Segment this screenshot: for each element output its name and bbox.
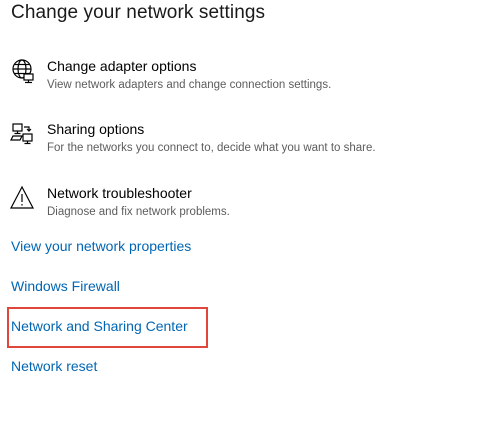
sharing-icon [10, 121, 36, 147]
sharing-options[interactable]: Sharing options For the networks you con… [0, 121, 504, 171]
globe-network-icon [10, 58, 36, 84]
network-troubleshooter-description: Diagnose and fix network problems. [47, 206, 230, 218]
change-adapter-options-description: View network adapters and change connect… [47, 79, 332, 91]
change-adapter-options[interactable]: Change adapter options View network adap… [0, 58, 504, 108]
view-network-properties-link[interactable]: View your network properties [11, 238, 191, 254]
network-troubleshooter[interactable]: Network troubleshooter Diagnose and fix … [0, 185, 504, 235]
sharing-options-description: For the networks you connect to, decide … [47, 142, 376, 154]
network-sharing-center-link[interactable]: Network and Sharing Center [11, 318, 188, 334]
warning-icon [10, 185, 36, 211]
network-troubleshooter-title: Network troubleshooter [47, 185, 192, 201]
sharing-options-title: Sharing options [47, 121, 145, 137]
network-reset-link[interactable]: Network reset [11, 358, 97, 374]
windows-firewall-link[interactable]: Windows Firewall [11, 278, 120, 294]
page-title: Change your network settings [11, 2, 266, 23]
change-adapter-options-title: Change adapter options [47, 58, 197, 74]
